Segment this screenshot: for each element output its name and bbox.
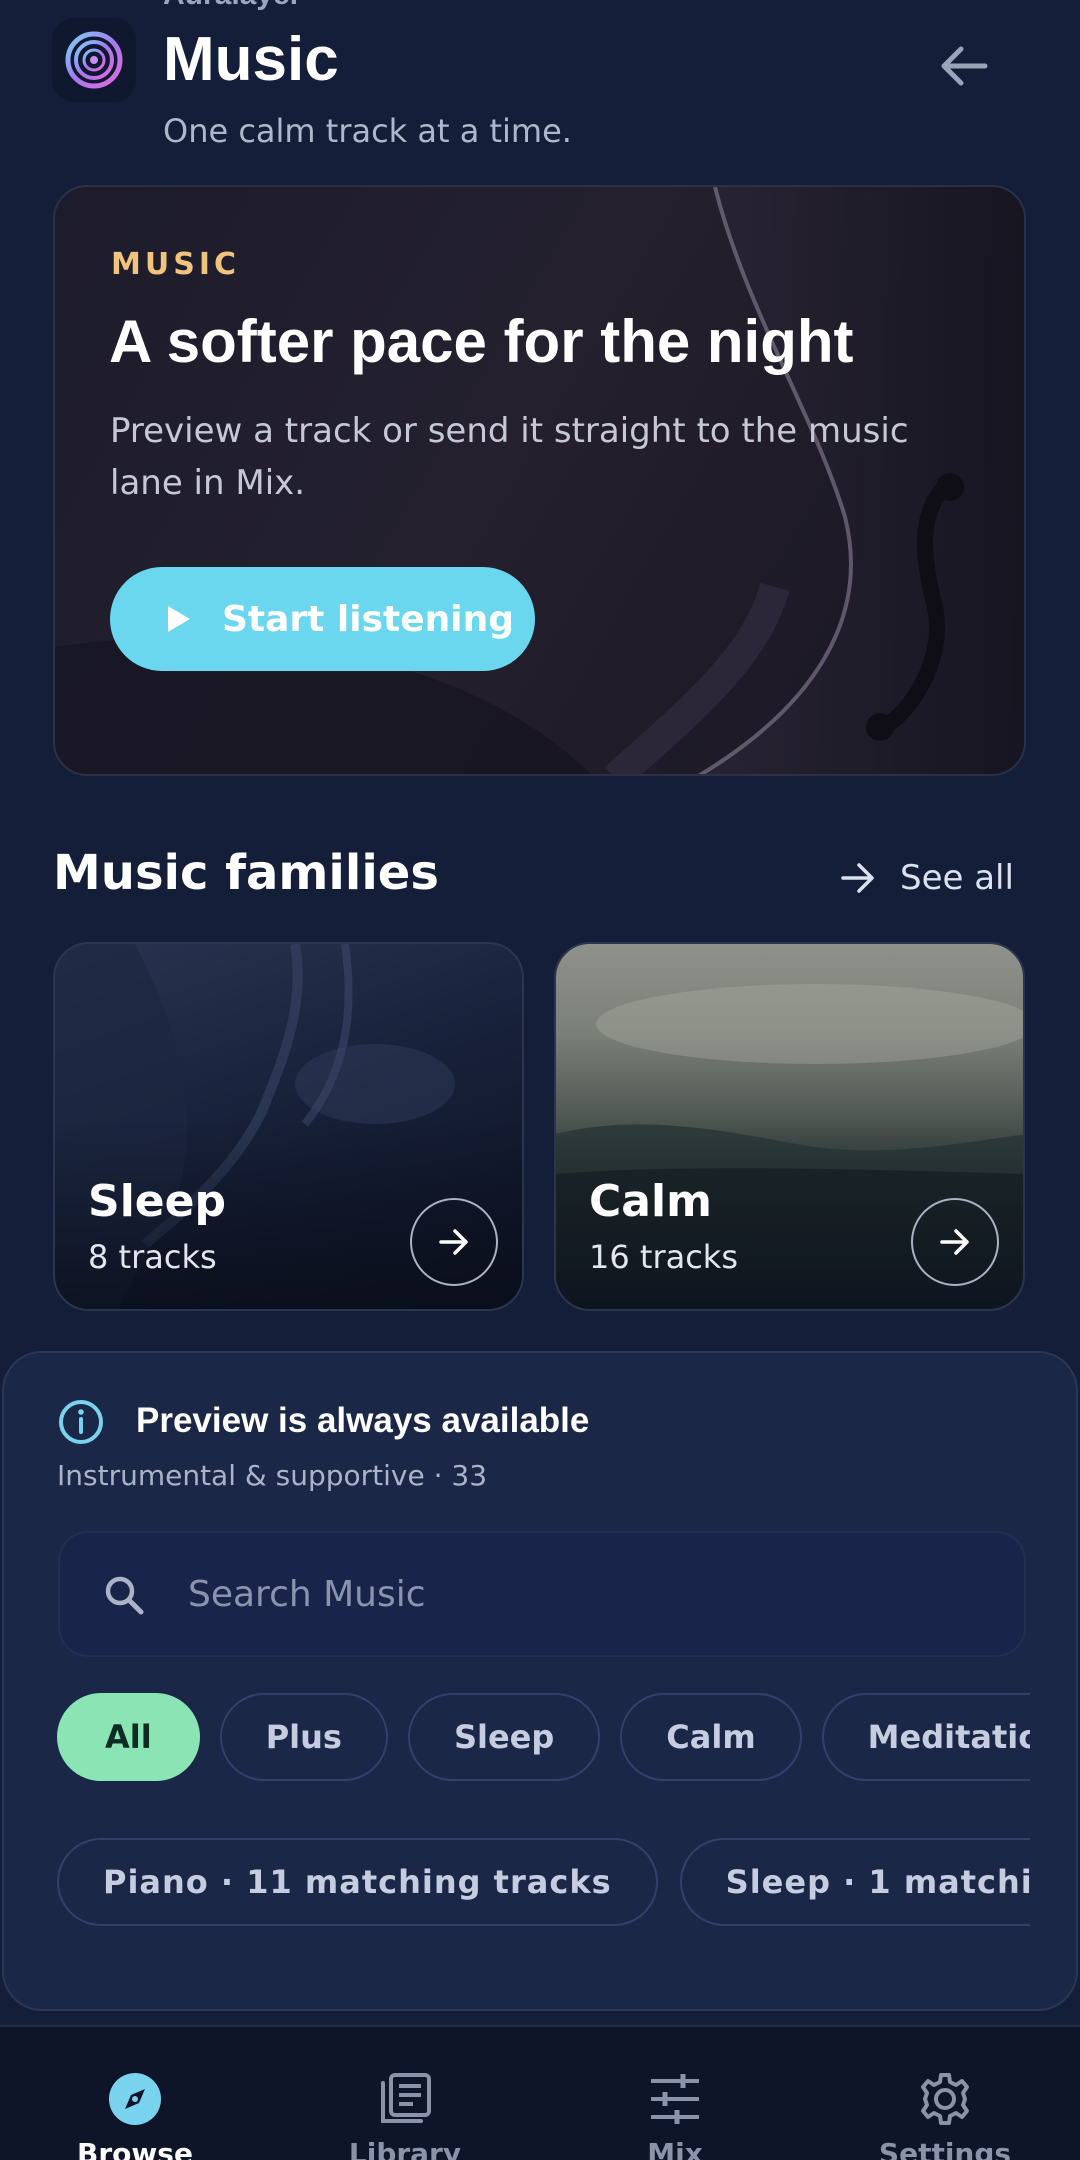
preview-panel: Preview is always available Instrumental…	[2, 1351, 1078, 2011]
see-all-label: See all	[900, 858, 1014, 898]
family-card-sleep[interactable]: Sleep 8 tracks	[53, 942, 524, 1311]
see-all-link[interactable]: See all	[840, 848, 1014, 908]
search-icon	[105, 1576, 144, 1615]
track-group-chips: Piano · 11 matching tracks Sleep · 1 matc…	[57, 1838, 1030, 1930]
family-card-count: 8 tracks	[88, 1238, 217, 1276]
group-chip-sleep[interactable]: Sleep · 1 matching tracks	[679, 1838, 1030, 1926]
app-logo	[52, 18, 136, 102]
spiral-logo-icon	[65, 31, 123, 89]
hero-eyebrow: MUSIC	[111, 247, 240, 282]
arrow-right-icon	[439, 1229, 468, 1255]
family-card-title: Calm	[589, 1176, 712, 1227]
arrow-left-icon	[941, 46, 988, 86]
info-icon	[59, 1400, 103, 1444]
nav-label: Mix	[647, 2137, 703, 2160]
app-name: Auralayer	[163, 0, 301, 12]
nav-label: Settings	[878, 2137, 1012, 2160]
filter-chips: AllPlusSleepCalmMeditation	[57, 1693, 1030, 1785]
library-icon	[377, 2071, 433, 2127]
nav-item-library[interactable]: Library	[270, 2027, 540, 2160]
page-title: Music	[163, 25, 339, 94]
open-family-button[interactable]	[410, 1198, 498, 1286]
page-subtitle: One calm track at a time.	[163, 112, 572, 150]
hero-card: MUSIC A softer pace for the night Previe…	[53, 185, 1026, 776]
arrow-right-icon	[940, 1229, 969, 1255]
gear-icon	[917, 2071, 973, 2127]
nav-label: Library	[348, 2137, 462, 2160]
arrow-right-icon	[841, 863, 874, 893]
play-icon	[168, 606, 190, 632]
search-box[interactable]	[58, 1531, 1026, 1657]
hero-description: Preview a track or send it straight to t…	[110, 411, 909, 503]
filter-chip-plus[interactable]: Plus	[219, 1693, 388, 1781]
sliders-icon	[647, 2071, 703, 2127]
family-card-count: 16 tracks	[589, 1238, 738, 1276]
header: Auralayer Music One calm track at a time…	[0, 0, 1080, 170]
hero-title: A softer pace for the night	[109, 308, 854, 375]
nav-item-mix[interactable]: Mix	[540, 2027, 810, 2160]
bottom-nav: Browse Library Mix Settings	[0, 2025, 1080, 2160]
family-card-calm[interactable]: Calm 16 tracks	[554, 942, 1025, 1311]
panel-title: Preview is always available	[136, 1401, 590, 1440]
start-listening-button[interactable]: Start listening	[110, 567, 535, 671]
panel-subtitle: Instrumental & supportive · 33	[57, 1459, 488, 1492]
nav-item-settings[interactable]: Settings	[810, 2027, 1080, 2160]
back-button[interactable]	[926, 28, 1002, 104]
compass-icon	[107, 2071, 163, 2127]
group-chip-piano[interactable]: Piano · 11 matching tracks	[57, 1838, 658, 1926]
filter-chip-calm[interactable]: Calm	[620, 1693, 802, 1781]
open-family-button[interactable]	[911, 1198, 999, 1286]
section-title-music-families: Music families	[53, 845, 439, 901]
search-input[interactable]	[188, 1563, 988, 1625]
family-card-title: Sleep	[88, 1176, 226, 1227]
filter-chip-sleep[interactable]: Sleep	[407, 1693, 601, 1781]
filter-chip-meditation[interactable]: Meditation	[821, 1693, 1030, 1781]
nav-item-browse[interactable]: Browse	[0, 2027, 270, 2160]
filter-chip-all[interactable]: All	[57, 1693, 200, 1781]
start-listening-label: Start listening	[222, 598, 515, 640]
nav-label: Browse	[77, 2137, 193, 2160]
